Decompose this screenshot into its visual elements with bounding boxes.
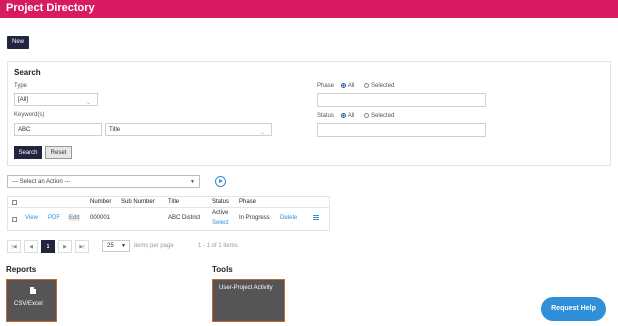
radio-checked-icon: [340, 113, 346, 118]
column-header-number[interactable]: Number: [90, 199, 111, 205]
phase-all-radio[interactable]: All: [340, 83, 355, 90]
keyword-label: Keyword(s): [14, 112, 45, 118]
type-select[interactable]: [All] ⌄: [14, 93, 98, 106]
status-label: Status: [317, 113, 335, 120]
pagination-summary: 1 - 1 of 1 items: [198, 243, 238, 249]
user-project-activity-label: User-Project Activity: [219, 285, 273, 291]
keyword-field-select[interactable]: Title ⌄: [105, 123, 272, 136]
reports-title: Reports: [6, 265, 37, 274]
status-input[interactable]: [317, 123, 486, 137]
column-header-phase[interactable]: Phase: [239, 199, 256, 205]
radio-unchecked-icon: [364, 83, 370, 88]
new-button[interactable]: New: [7, 36, 29, 49]
status-filter: Status All Selected: [317, 113, 402, 119]
request-help-button[interactable]: Request Help: [541, 297, 606, 321]
app-header: Project Directory: [0, 0, 618, 18]
search-panel: Search Type [All] ⌄ Keyword(s) ABC Title…: [7, 61, 611, 166]
keyword-input[interactable]: ABC: [14, 123, 102, 136]
page-size-value: 25: [107, 243, 114, 249]
action-select-value: --- Select an Action ---: [12, 179, 71, 185]
play-circle-icon[interactable]: [215, 176, 226, 187]
type-select-value: [All]: [18, 97, 29, 103]
row-status: Active: [212, 210, 229, 216]
row-checkbox[interactable]: [12, 217, 17, 222]
status-select-link[interactable]: Select: [212, 220, 229, 226]
page-button-current[interactable]: 1: [41, 240, 55, 253]
prev-page-button[interactable]: ◀: [24, 240, 38, 253]
row-phase: In Progress: [239, 215, 270, 221]
page-size-select[interactable]: 25 ▼: [102, 240, 130, 252]
csv-excel-tile[interactable]: CSV/Excel: [6, 279, 57, 322]
status-all-label: All: [347, 113, 355, 120]
phase-label: Phase: [317, 83, 335, 90]
status-all-radio[interactable]: All: [340, 113, 355, 120]
caret-down-icon: ▼: [121, 243, 126, 249]
view-link[interactable]: View: [25, 215, 38, 221]
phase-selected-label: Selected: [371, 83, 395, 90]
document-icon: [30, 287, 36, 294]
last-page-button[interactable]: ▶|: [75, 240, 89, 253]
phase-filter: Phase All Selected: [317, 83, 402, 89]
first-page-button[interactable]: |◀: [7, 240, 21, 253]
reset-button[interactable]: Reset: [45, 146, 72, 159]
column-header-sub-number[interactable]: Sub Number: [121, 199, 155, 205]
select-all-checkbox[interactable]: [12, 200, 17, 205]
page-title: Project Directory: [6, 2, 95, 14]
search-title: Search: [14, 68, 41, 77]
user-project-activity-tile[interactable]: User-Project Activity: [212, 279, 285, 322]
type-label: Type: [14, 83, 28, 89]
csv-excel-label: CSV/Excel: [14, 301, 43, 307]
header-divider: [8, 207, 329, 208]
status-selected-label: Selected: [371, 113, 395, 120]
phase-all-label: All: [347, 83, 355, 90]
per-page-label: items per page: [134, 243, 174, 249]
search-button[interactable]: Search: [14, 146, 42, 159]
caret-down-icon: ▼: [190, 179, 195, 185]
column-header-title[interactable]: Title: [168, 199, 179, 205]
column-header-status[interactable]: Status: [212, 199, 229, 205]
radio-checked-icon: [340, 83, 346, 88]
results-table: Number Sub Number Title Status Phase Vie…: [7, 196, 330, 231]
phase-input[interactable]: [317, 93, 486, 107]
keyword-field-value: Title: [109, 127, 121, 133]
radio-unchecked-icon: [364, 113, 370, 118]
next-page-button[interactable]: ▶: [58, 240, 72, 253]
phase-selected-radio[interactable]: Selected: [364, 83, 394, 89]
row-title: ABC District: [168, 215, 201, 221]
pdf-link[interactable]: PDF: [48, 215, 60, 221]
row-number: 000001: [90, 215, 111, 221]
action-select[interactable]: --- Select an Action --- ▼: [7, 175, 200, 188]
tools-title: Tools: [212, 265, 233, 274]
chevron-down-icon: ⌄: [259, 130, 265, 136]
list-menu-icon[interactable]: [313, 215, 319, 220]
delete-link[interactable]: Delete: [280, 215, 297, 221]
chevron-down-icon: ⌄: [85, 100, 91, 106]
status-selected-radio[interactable]: Selected: [364, 113, 394, 119]
